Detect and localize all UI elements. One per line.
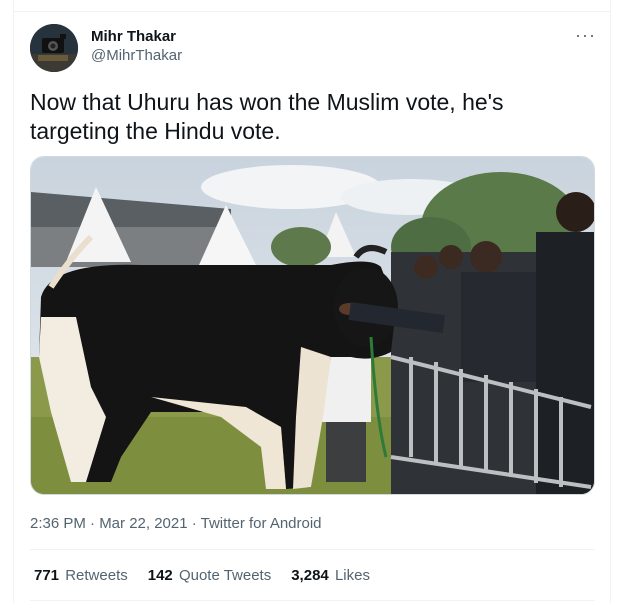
author-block[interactable]: Mihr Thakar @MihrThakar: [91, 28, 182, 66]
tweet-source[interactable]: Twitter for Android: [201, 515, 322, 532]
meta-divider: [30, 549, 595, 550]
author-handle[interactable]: @MihrThakar: [91, 46, 182, 66]
retweets-stat[interactable]: 771 Retweets: [34, 566, 128, 586]
tweet-text: Now that Uhuru has won the Muslim vote, …: [30, 89, 504, 144]
quote-tweets-stat[interactable]: 142 Quote Tweets: [148, 566, 271, 586]
author-display-name[interactable]: Mihr Thakar: [91, 28, 182, 46]
camera-avatar-icon: [30, 24, 78, 72]
tweet-stats: 771 Retweets 142 Quote Tweets 3,284 Like…: [34, 566, 370, 586]
tweet-meta: 2:36 PM · Mar 22, 2021 · Twitter for And…: [30, 514, 322, 534]
top-divider: [13, 11, 611, 12]
more-options-icon[interactable]: ···: [575, 26, 596, 44]
stats-divider: [30, 600, 595, 601]
tweet-photo[interactable]: [30, 156, 595, 495]
author-avatar[interactable]: [30, 24, 78, 72]
quote-tweets-count: 142: [147, 567, 173, 584]
cow-photo-image: [31, 157, 594, 494]
likes-stat[interactable]: 3,284 Likes: [291, 566, 370, 586]
retweets-label: Retweets: [65, 567, 128, 584]
tweet-timestamp[interactable]: 2:36 PM · Mar 22, 2021 ·: [30, 515, 201, 532]
quote-tweets-label: Quote Tweets: [178, 567, 272, 584]
retweets-count: 771: [34, 567, 60, 584]
likes-label: Likes: [334, 567, 370, 584]
likes-count: 3,284: [291, 567, 329, 584]
